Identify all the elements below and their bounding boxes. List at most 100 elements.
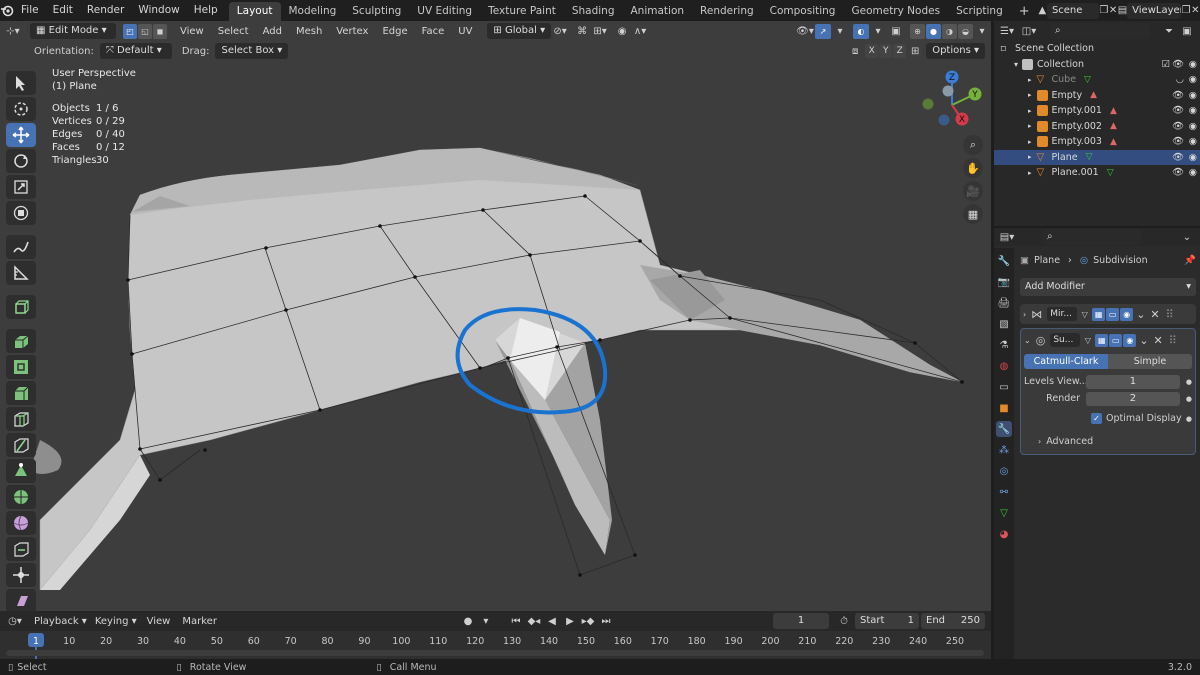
jump-start-icon[interactable]: ⏮ <box>507 613 525 629</box>
expand-arrow-icon[interactable]: ▸ <box>1028 76 1032 84</box>
edge-slide-tool[interactable] <box>6 537 36 561</box>
scene-selector[interactable]: Scene <box>1046 2 1100 19</box>
knife-tool[interactable] <box>6 433 36 457</box>
keying-dropdown-icon[interactable]: ▾ <box>477 613 495 629</box>
properties-options-icon[interactable]: ⌄ <box>1178 229 1196 245</box>
edit-cage-icon[interactable]: ▽ <box>1078 308 1091 321</box>
gizmo-dropdown-icon[interactable]: ▾ <box>831 23 849 39</box>
smooth-tool[interactable] <box>6 511 36 535</box>
material-tab-icon[interactable]: ◕ <box>996 526 1012 542</box>
viewport-display-icon[interactable]: ▭ <box>1106 307 1120 321</box>
tab-sculpting[interactable]: Sculpting <box>344 2 409 21</box>
gizmo-toggle-icon[interactable]: ↗ <box>815 23 831 39</box>
tab-geometry-nodes[interactable]: Geometry Nodes <box>843 2 948 21</box>
particles-tab-icon[interactable]: ⁂ <box>996 442 1012 458</box>
menu-timeline-view[interactable]: View <box>141 611 177 632</box>
tab-modeling[interactable]: Modeling <box>281 2 345 21</box>
expand-arrow-icon[interactable]: ▸ <box>1028 138 1032 146</box>
menu-mesh[interactable]: Mesh <box>289 21 329 42</box>
cursor-tool[interactable] <box>6 97 36 121</box>
tool-tab-icon[interactable]: 🔧 <box>996 253 1012 269</box>
proportional-edit-icon[interactable]: ◉ <box>613 23 631 39</box>
drag-dropdown[interactable]: Select Box ▾ <box>215 43 289 59</box>
auto-keying-icon[interactable]: ● <box>459 613 477 629</box>
eye-icon[interactable]: 👁 <box>1172 90 1184 101</box>
delete-view-layer-icon[interactable]: ✕ <box>1191 3 1200 19</box>
view-layer-tab-icon[interactable]: ▧ <box>996 316 1012 332</box>
render-camera-icon[interactable]: ◉ <box>1189 74 1197 85</box>
render-toggle-icon[interactable]: ◉ <box>1120 307 1134 321</box>
axis-z-toggle[interactable]: Z <box>893 44 907 58</box>
output-tab-icon[interactable]: 🖨 <box>996 295 1012 311</box>
view-layer-icon[interactable]: ▤ <box>1118 3 1127 19</box>
add-modifier-button[interactable]: Add Modifier ▾ <box>1020 278 1196 296</box>
bevel-tool[interactable] <box>6 381 36 405</box>
expand-arrow-icon[interactable]: ▸ <box>1028 107 1032 115</box>
current-frame-field[interactable]: 1 <box>773 613 829 629</box>
pin-icon[interactable]: 📌 <box>1184 255 1196 266</box>
expand-arrow-icon[interactable]: › <box>1038 437 1041 446</box>
falloff-icon[interactable]: ∧▾ <box>631 23 649 39</box>
eye-icon[interactable]: 👁 <box>1172 121 1184 132</box>
expand-arrow-icon[interactable]: ▸ <box>1028 91 1032 99</box>
menu-help[interactable]: Help <box>187 0 225 21</box>
outliner-item[interactable]: ▸ ▽ Plane ▽ 👁 ◉ <box>994 149 1200 165</box>
outliner-collection[interactable]: ▾ Collection ☑ 👁 ◉ <box>994 57 1200 73</box>
simple-button[interactable]: Simple <box>1108 353 1192 369</box>
exclude-checkbox[interactable]: ☑ <box>1161 59 1170 70</box>
measure-tool[interactable] <box>6 261 36 285</box>
scale-tool[interactable] <box>6 175 36 199</box>
shading-dropdown-icon[interactable]: ▾ <box>973 23 991 39</box>
menu-add[interactable]: Add <box>256 21 289 42</box>
add-workspace-button[interactable]: + <box>1011 2 1038 21</box>
menu-render[interactable]: Render <box>80 0 131 21</box>
start-frame-field[interactable]: Start 1 <box>855 613 919 629</box>
pivot-icon[interactable]: ⊘▾ <box>551 23 569 39</box>
visibility-icon[interactable]: 👁▾ <box>796 23 814 39</box>
select-tool[interactable] <box>6 71 36 95</box>
render-camera-icon[interactable]: ◉ <box>1189 90 1197 101</box>
poly-build-tool[interactable] <box>6 459 36 483</box>
grid-perspective-icon[interactable]: ▦ <box>963 204 983 224</box>
outliner-search-input[interactable]: ⌕ <box>1050 23 1150 39</box>
3d-viewport[interactable]: ⊹▾ ▦ Edit Mode ▾ ◰ ◱ ◼ View Select Add M… <box>0 21 991 611</box>
keyframe-dot-icon[interactable]: ● <box>1186 378 1192 386</box>
collapse-arrow-icon[interactable]: ▾ <box>1014 60 1018 69</box>
viewport-display-icon[interactable]: ▭ <box>1109 333 1123 347</box>
navigation-gizmo[interactable]: Z Y X <box>918 69 984 143</box>
prev-keyframe-icon[interactable]: ◆◂ <box>525 613 543 629</box>
rotate-tool[interactable] <box>6 149 36 173</box>
preview-range-icon[interactable]: ⏱ <box>835 613 853 629</box>
shrink-fatten-tool[interactable] <box>6 563 36 587</box>
outliner-editor-icon[interactable]: ☰▾ <box>998 23 1016 39</box>
tab-scripting[interactable]: Scripting <box>948 2 1011 21</box>
rendered-shading-icon[interactable]: ◒ <box>958 23 973 39</box>
render-levels-field[interactable]: 2 <box>1086 391 1180 406</box>
mode-selector[interactable]: ▦ Edit Mode ▾ <box>30 23 116 39</box>
menu-file[interactable]: File <box>14 0 46 21</box>
spin-tool[interactable] <box>6 485 36 509</box>
drag-handle-icon[interactable]: ⠿ <box>1169 334 1177 347</box>
keyframe-dot-icon[interactable]: ● <box>1186 395 1192 403</box>
tab-texture-paint[interactable]: Texture Paint <box>480 2 564 21</box>
menu-marker[interactable]: Marker <box>176 611 223 632</box>
snap-icon[interactable]: ⌘ <box>573 23 591 39</box>
render-camera-icon[interactable]: ◉ <box>1189 105 1197 116</box>
object-tab-icon[interactable]: ■ <box>996 400 1012 416</box>
menu-edge[interactable]: Edge <box>375 21 414 42</box>
menu-face[interactable]: Face <box>415 21 452 42</box>
inset-tool[interactable] <box>6 355 36 379</box>
edit-cage-icon[interactable]: ▽ <box>1081 334 1094 347</box>
move-tool[interactable] <box>6 123 36 147</box>
outliner-item[interactable]: ▸ Empty.002 ▲ 👁 ◉ <box>994 119 1200 135</box>
render-tab-icon[interactable]: 📷 <box>996 274 1012 290</box>
subdivision-name-field[interactable]: Su... <box>1050 333 1081 347</box>
loop-cut-tool[interactable] <box>6 407 36 431</box>
drag-handle-icon[interactable]: ⠿ <box>1166 308 1174 321</box>
jump-end-icon[interactable]: ⏭ <box>597 613 615 629</box>
render-camera-icon[interactable]: ◉ <box>1189 121 1197 132</box>
mirror-name-field[interactable]: Mir... <box>1047 307 1078 321</box>
vertex-select-icon[interactable]: ◰ <box>123 23 137 39</box>
world-tab-icon[interactable]: ◍ <box>996 358 1012 374</box>
transform-orientation[interactable]: ⊞ Global ▾ <box>487 23 552 39</box>
